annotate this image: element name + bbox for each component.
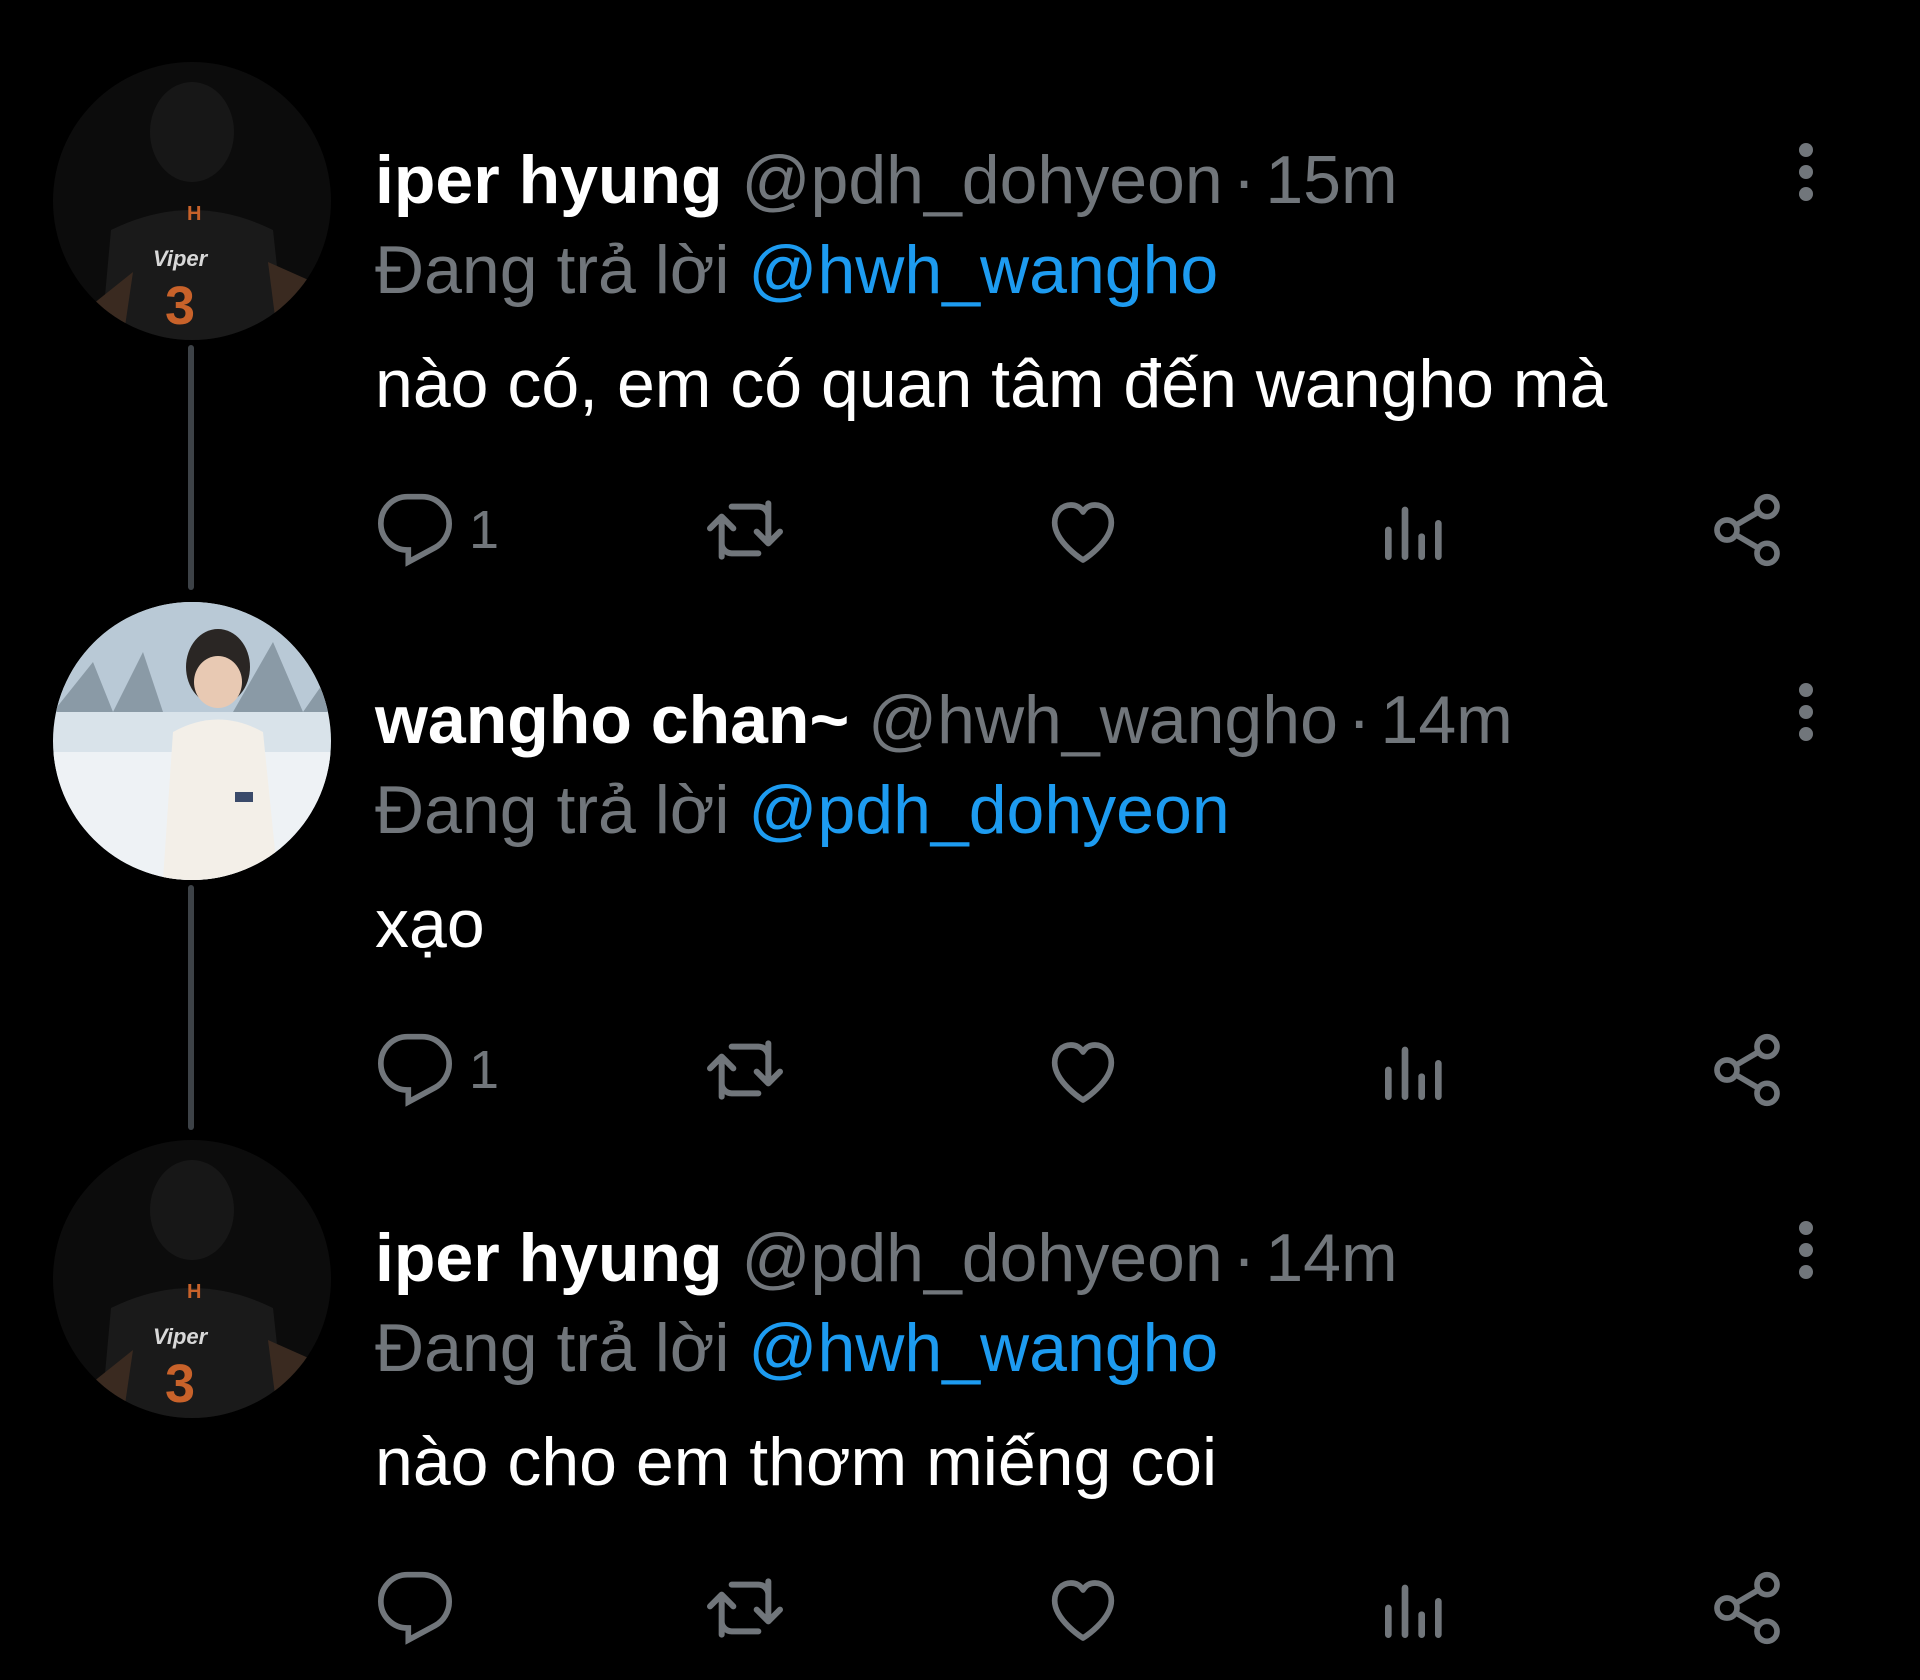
- tweet-actions: 1: [375, 490, 1795, 570]
- tweet-header: iper hyung @pdh_dohyeon · 15m: [375, 140, 1398, 220]
- tweet-text: nào cho em thơm miếng coi: [375, 1424, 1218, 1500]
- avatar-jersey-name: Viper: [153, 1324, 209, 1349]
- heart-icon: [1051, 1042, 1115, 1103]
- display-name[interactable]: iper hyung: [375, 1220, 723, 1296]
- avatar[interactable]: H Viper 3: [53, 62, 331, 340]
- avatar-jersey-number: 3: [165, 1354, 195, 1414]
- reply-thread: H Viper 3 iper hyung @pdh_dohyeon · 15m Đa…: [0, 0, 1920, 1645]
- timestamp[interactable]: 15m: [1265, 142, 1397, 218]
- reply-icon: [377, 1033, 453, 1107]
- tweet[interactable]: H Viper 3 iper hyung @pdh_dohyeon · 14m Đa…: [0, 1140, 1920, 1680]
- tweet-text: xạo: [375, 886, 485, 962]
- tweet-text: nào có, em có quan tâm đến wangho mà: [375, 346, 1608, 422]
- share-button[interactable]: [1707, 1030, 1787, 1110]
- reply-count: 1: [469, 1040, 500, 1100]
- reply-button[interactable]: 1: [375, 1030, 499, 1110]
- heart-icon: [1051, 1580, 1115, 1641]
- timestamp[interactable]: 14m: [1381, 682, 1513, 758]
- replying-to-label: Đang trả lời: [375, 772, 730, 848]
- views-icon: [1385, 1046, 1442, 1100]
- mention-link[interactable]: @hwh_wangho: [748, 232, 1218, 308]
- share-icon: [1714, 493, 1780, 567]
- avatar[interactable]: [53, 602, 331, 880]
- views-icon: [1385, 1584, 1442, 1638]
- svg-text:H: H: [187, 203, 201, 225]
- tweet-header: wangho chan~ @hwh_wangho · 14m: [375, 680, 1513, 760]
- reply-count: 1: [469, 500, 500, 560]
- share-button[interactable]: [1707, 490, 1787, 570]
- avatar-jersey-name: Viper: [153, 246, 209, 271]
- user-handle[interactable]: @hwh_wangho: [868, 682, 1338, 758]
- separator-dot: ·: [1347, 682, 1371, 758]
- mention-link[interactable]: @pdh_dohyeon: [748, 772, 1229, 848]
- retweet-button[interactable]: [705, 1030, 785, 1110]
- like-button[interactable]: [1043, 1568, 1123, 1648]
- more-icon[interactable]: [1782, 140, 1830, 204]
- svg-text:H: H: [187, 1281, 201, 1303]
- timestamp[interactable]: 14m: [1265, 1220, 1397, 1296]
- like-button[interactable]: [1043, 490, 1123, 570]
- heart-icon: [1051, 502, 1115, 563]
- retweet-button[interactable]: [705, 490, 785, 570]
- display-name[interactable]: iper hyung: [375, 142, 723, 218]
- replying-to-label: Đang trả lời: [375, 1310, 730, 1386]
- display-name[interactable]: wangho chan~: [375, 682, 849, 758]
- retweet-icon: [707, 500, 783, 560]
- more-icon[interactable]: [1782, 680, 1830, 744]
- avatar-jersey-number: 3: [165, 276, 195, 336]
- tweet-actions: [375, 1568, 1795, 1648]
- reply-icon: [377, 493, 453, 567]
- views-button[interactable]: [1375, 1568, 1455, 1648]
- more-icon[interactable]: [1782, 1218, 1830, 1282]
- replying-to: Đang trả lời @hwh_wangho: [375, 1308, 1218, 1388]
- replying-to: Đang trả lời @pdh_dohyeon: [375, 770, 1230, 850]
- share-icon: [1714, 1571, 1780, 1645]
- tweet-actions: 1: [375, 1030, 1795, 1110]
- reply-button[interactable]: 1: [375, 490, 499, 570]
- replying-to-label: Đang trả lời: [375, 232, 730, 308]
- separator-dot: ·: [1232, 142, 1256, 218]
- retweet-icon: [707, 1578, 783, 1638]
- retweet-icon: [707, 1040, 783, 1100]
- separator-dot: ·: [1232, 1220, 1256, 1296]
- reply-button[interactable]: [375, 1568, 469, 1648]
- retweet-button[interactable]: [705, 1568, 785, 1648]
- tweet[interactable]: wangho chan~ @hwh_wangho · 14m Đang trả lờ…: [0, 602, 1920, 1142]
- views-button[interactable]: [1375, 490, 1455, 570]
- tweet-header: iper hyung @pdh_dohyeon · 14m: [375, 1218, 1398, 1298]
- mention-link[interactable]: @hwh_wangho: [748, 1310, 1218, 1386]
- like-button[interactable]: [1043, 1030, 1123, 1110]
- avatar[interactable]: H Viper 3: [53, 1140, 331, 1418]
- views-button[interactable]: [1375, 1030, 1455, 1110]
- views-icon: [1385, 506, 1442, 560]
- user-handle[interactable]: @pdh_dohyeon: [741, 142, 1222, 218]
- tweet[interactable]: H Viper 3 iper hyung @pdh_dohyeon · 15m Đa…: [0, 62, 1920, 602]
- share-button[interactable]: [1707, 1568, 1787, 1648]
- share-icon: [1714, 1033, 1780, 1107]
- user-handle[interactable]: @pdh_dohyeon: [741, 1220, 1222, 1296]
- reply-icon: [377, 1571, 453, 1645]
- replying-to: Đang trả lời @hwh_wangho: [375, 230, 1218, 310]
